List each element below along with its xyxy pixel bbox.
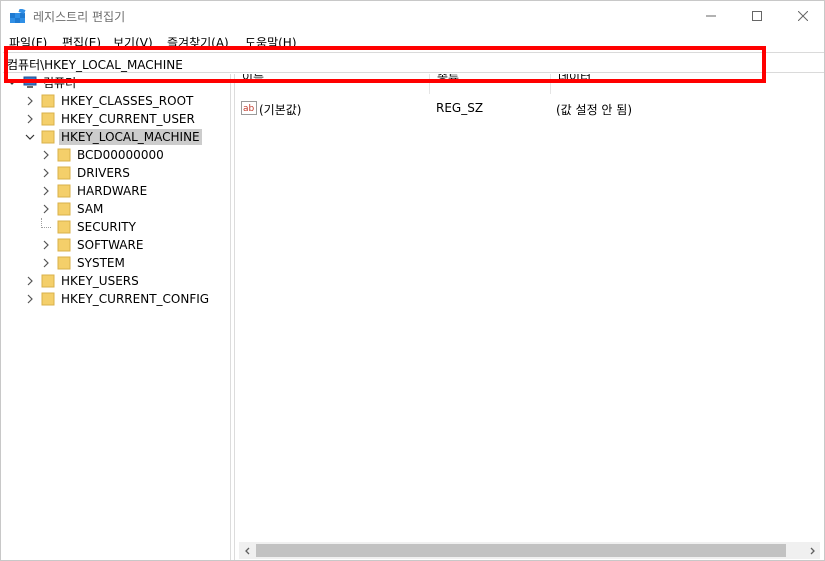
folder-icon bbox=[57, 184, 71, 198]
menu-bar: 파일(F) 편집(E) 보기(V) 즐겨찾기(A) 도움말(H) bbox=[1, 31, 824, 51]
tree-label: HKEY_USERS bbox=[61, 274, 139, 288]
registry-editor-window: 레지스트리 편집기 파일(F) 편집(E) 보기(V) 즐겨찾기(A) 도움말(… bbox=[0, 0, 825, 561]
column-type-label: 종류 bbox=[437, 74, 460, 84]
chevron-right-icon[interactable] bbox=[25, 114, 35, 124]
tree-label: DRIVERS bbox=[77, 166, 130, 180]
column-data-label: 데이터 bbox=[558, 74, 592, 84]
tree-item-hardware[interactable]: HARDWARE bbox=[41, 182, 149, 200]
chevron-down-icon[interactable] bbox=[25, 132, 35, 142]
chevron-right-icon[interactable] bbox=[25, 276, 35, 286]
chevron-right-icon[interactable] bbox=[25, 294, 35, 304]
window-title: 레지스트리 편집기 bbox=[33, 10, 126, 24]
column-name-label: 이름 bbox=[242, 74, 265, 84]
tree-label: HARDWARE bbox=[77, 184, 148, 198]
column-header-data[interactable]: 데이터 bbox=[551, 74, 824, 94]
chevron-right-icon[interactable] bbox=[41, 258, 51, 268]
value-name: (기본값) bbox=[259, 103, 302, 117]
tree-item-software[interactable]: SOFTWARE bbox=[41, 236, 145, 254]
maximize-icon bbox=[752, 11, 762, 21]
tree-label: HKEY_CURRENT_USER bbox=[61, 112, 195, 126]
folder-icon bbox=[41, 292, 55, 306]
chevron-right-icon[interactable] bbox=[41, 186, 51, 196]
values-list[interactable]: 이름 종류 데이터 ab (기본값) REG_SZ (값 설정 안 됨) bbox=[235, 74, 824, 560]
chevron-right-icon[interactable] bbox=[41, 150, 51, 160]
tree-item-hkey-current-user[interactable]: HKEY_CURRENT_USER bbox=[25, 110, 197, 128]
computer-icon bbox=[23, 76, 37, 88]
tree-item-hkey-current-config[interactable]: HKEY_CURRENT_CONFIG bbox=[25, 290, 211, 308]
address-bar[interactable]: 컴퓨터\HKEY_LOCAL_MACHINE bbox=[3, 52, 824, 73]
minimize-icon bbox=[706, 15, 716, 17]
tree-item-sam[interactable]: SAM bbox=[41, 200, 105, 218]
menu-favorites[interactable]: 즐겨찾기(A) bbox=[167, 34, 229, 51]
tree-label: 컴퓨터 bbox=[43, 75, 77, 90]
chevron-left-icon bbox=[244, 547, 249, 554]
registry-editor-icon bbox=[10, 9, 26, 23]
menu-view[interactable]: 보기(V) bbox=[113, 34, 153, 51]
address-path[interactable]: 컴퓨터\HKEY_LOCAL_MACHINE bbox=[7, 56, 183, 73]
title-bar: 레지스트리 편집기 bbox=[1, 1, 824, 31]
folder-icon bbox=[57, 238, 71, 252]
scroll-thumb[interactable] bbox=[256, 544, 786, 557]
key-tree[interactable]: 컴퓨터 HKEY_CLASSES_ROOT HKEY_CURRENT_USER … bbox=[3, 74, 230, 560]
tree-label: SECURITY bbox=[77, 220, 136, 234]
tree-item-drivers[interactable]: DRIVERS bbox=[41, 164, 132, 182]
folder-icon bbox=[57, 256, 71, 270]
column-header-name[interactable]: 이름 bbox=[235, 74, 430, 94]
tree-item-security[interactable]: SECURITY bbox=[41, 218, 138, 236]
close-button[interactable] bbox=[780, 1, 824, 31]
folder-open-icon bbox=[41, 130, 55, 144]
maximize-button[interactable] bbox=[734, 1, 780, 31]
close-icon bbox=[798, 11, 808, 21]
chevron-right-icon[interactable] bbox=[41, 204, 51, 214]
tree-label-selected: HKEY_LOCAL_MACHINE bbox=[59, 129, 202, 145]
svg-text:ab: ab bbox=[243, 104, 255, 114]
tree-item-computer[interactable]: 컴퓨터 bbox=[7, 74, 78, 91]
value-data: (값 설정 안 됨) bbox=[556, 103, 633, 117]
horizontal-scrollbar[interactable] bbox=[239, 542, 820, 559]
scroll-left-button[interactable] bbox=[239, 542, 256, 559]
tree-item-hkey-local-machine[interactable]: HKEY_LOCAL_MACHINE bbox=[25, 128, 202, 146]
chevron-right-icon bbox=[810, 547, 815, 554]
tree-label: HKEY_CLASSES_ROOT bbox=[61, 94, 194, 108]
folder-icon bbox=[57, 166, 71, 180]
tree-label: BCD00000000 bbox=[77, 148, 164, 162]
folder-icon bbox=[57, 220, 71, 234]
tree-item-hkey-classes-root[interactable]: HKEY_CLASSES_ROOT bbox=[25, 92, 195, 110]
string-value-icon: ab bbox=[241, 101, 257, 115]
folder-icon bbox=[41, 94, 55, 108]
tree-item-bcd[interactable]: BCD00000000 bbox=[41, 146, 166, 164]
chevron-right-icon[interactable] bbox=[25, 96, 35, 106]
tree-label: SYSTEM bbox=[77, 256, 125, 270]
menu-help[interactable]: 도움말(H) bbox=[245, 34, 297, 51]
tree-label: SOFTWARE bbox=[77, 238, 144, 252]
folder-icon bbox=[57, 202, 71, 216]
menu-edit[interactable]: 편집(E) bbox=[62, 34, 101, 51]
column-header-type[interactable]: 종류 bbox=[430, 74, 551, 94]
value-type: REG_SZ bbox=[436, 101, 484, 115]
scroll-right-button[interactable] bbox=[803, 542, 820, 559]
value-row[interactable]: ab (기본값) REG_SZ (값 설정 안 됨) bbox=[235, 100, 824, 118]
folder-icon bbox=[41, 112, 55, 126]
menu-file[interactable]: 파일(F) bbox=[9, 34, 47, 51]
chevron-right-icon[interactable] bbox=[41, 168, 51, 178]
chevron-down-icon[interactable] bbox=[7, 77, 17, 87]
tree-label: HKEY_CURRENT_CONFIG bbox=[61, 292, 210, 306]
tree-connector bbox=[41, 218, 51, 228]
tree-label: SAM bbox=[77, 202, 104, 216]
chevron-right-icon[interactable] bbox=[41, 240, 51, 250]
tree-item-system[interactable]: SYSTEM bbox=[41, 254, 127, 272]
folder-icon bbox=[57, 148, 71, 162]
minimize-button[interactable] bbox=[688, 1, 734, 31]
tree-item-hkey-users[interactable]: HKEY_USERS bbox=[25, 272, 141, 290]
folder-icon bbox=[41, 274, 55, 288]
